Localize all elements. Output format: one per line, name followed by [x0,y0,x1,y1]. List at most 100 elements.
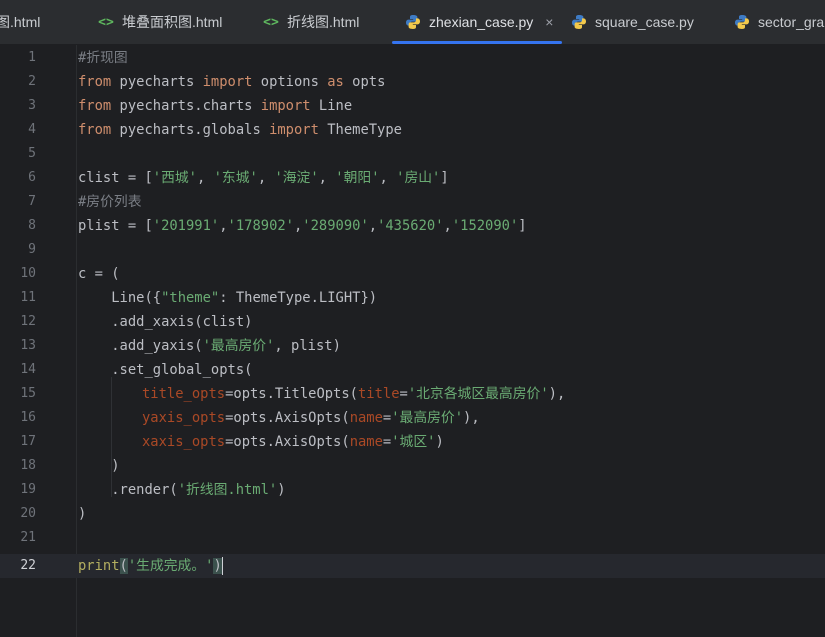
tab-bar-chart-html[interactable]: 图.html [0,0,40,44]
string-literal: '东城' [213,170,258,186]
code-text: ), [548,386,566,402]
code-text: pyecharts [111,74,203,90]
code-line-9[interactable]: 9 [0,238,825,262]
separator: , [219,218,228,234]
tab-zhexian-case-py[interactable]: zhexian_case.py × [392,0,563,44]
line-number: 5 [28,146,36,161]
code-line-2[interactable]: 2 from pyecharts import options as opts [0,70,825,94]
editor-tab-bar: 图.html <> 堆叠面积图.html <> 折线图.html zhexian… [0,0,825,45]
line-number: 10 [20,266,36,281]
code-line-13[interactable]: 13 .add_yaxis('最高房价', plist) [0,334,825,358]
code-line-8[interactable]: 8 plist = ['201991','178902','289090','4… [0,214,825,238]
line-number: 7 [28,194,36,209]
tab-label: 堆叠面积图.html [122,14,223,30]
code-line-14[interactable]: 14 .set_global_opts( [0,358,825,382]
keyword: from [78,122,112,138]
code-line-12[interactable]: 12 .add_xaxis(clist) [0,310,825,334]
separator: , [318,170,336,186]
code-line-1[interactable]: 1 #折现图 [0,46,825,70]
code-line-4[interactable]: 4 from pyecharts.globals import ThemeTyp… [0,118,825,142]
code-text: Line({ [78,290,162,306]
code-editor[interactable]: 1 #折现图 2 from pyecharts import options a… [0,45,825,637]
keyword: from [78,98,112,114]
code-text: pyecharts.globals [111,122,270,138]
keyword-argument: title [357,386,400,402]
code-line-15[interactable]: 15 title_opts=opts.TitleOpts(title='北京各城… [0,382,825,406]
code-line-22[interactable]: 22 print('生成完成。') [0,554,825,578]
line-number: 6 [28,170,36,185]
code-text: Line [310,98,353,114]
python-icon [571,14,587,30]
code-text: =opts.TitleOpts( [225,386,358,402]
string-literal: '折线图.html' [177,482,278,498]
tab-line-chart-html[interactable]: <> 折线图.html [263,0,359,44]
line-number: 13 [20,338,36,353]
string-literal: '178902' [227,218,294,234]
tab-sector-graph[interactable]: sector_grap [734,0,825,44]
line-number: 16 [20,410,36,425]
comment: #房价列表 [78,194,142,210]
code-text: ] [518,218,527,234]
string-literal: '西城' [152,170,197,186]
keyword: as [327,74,344,90]
code-text: pyecharts.charts [111,98,261,114]
line-number: 12 [20,314,36,329]
code-text: plist = [ [78,218,153,234]
code-text: =opts.AxisOpts( [225,410,350,426]
line-number: 9 [28,242,36,257]
line-number: 17 [20,434,36,449]
separator: , [257,170,275,186]
keyword-argument: name [349,434,383,450]
code-text: ] [440,170,449,186]
keyword-argument: name [349,410,383,426]
code-text: options [252,74,328,90]
line-number: 19 [20,482,36,497]
line-number: 2 [28,74,36,89]
line-number: 21 [20,530,36,545]
html-icon: <> [98,14,114,30]
comment: #折现图 [78,50,128,66]
python-icon [734,14,750,30]
code-text: .set_global_opts( [78,362,253,378]
code-line-20[interactable]: 20 ) [0,502,825,526]
keyword: import [202,74,253,90]
code-text: , plist) [274,338,341,354]
string-literal: '152090' [451,218,519,234]
code-line-17[interactable]: 17 xaxis_opts=opts.AxisOpts(name='城区') [0,430,825,454]
string-literal: '生成完成。' [127,558,214,574]
code-line-18[interactable]: 18 ) [0,454,825,478]
line-number: 1 [28,50,36,65]
string-literal: '朝阳' [335,170,380,186]
line-number: 20 [20,506,36,521]
code-text: ThemeType [318,122,402,138]
tab-label: 图.html [0,14,41,30]
code-line-19[interactable]: 19 .render('折线图.html') [0,478,825,502]
keyword-argument: title_opts [142,386,226,402]
separator: , [379,170,397,186]
close-tab-icon[interactable]: × [545,14,553,30]
code-line-16[interactable]: 16 yaxis_opts=opts.AxisOpts(name='最高房价')… [0,406,825,430]
tab-stacked-area-html[interactable]: <> 堆叠面积图.html [98,0,222,44]
code-line-3[interactable]: 3 from pyecharts.charts import Line [0,94,825,118]
html-icon: <> [263,14,279,30]
code-text: opts [343,74,386,90]
code-text: .add_xaxis(clist) [78,314,253,330]
code-line-6[interactable]: 6 clist = ['西城', '东城', '海淀', '朝阳', '房山'] [0,166,825,190]
line-number: 3 [28,98,36,113]
code-line-7[interactable]: 7 #房价列表 [0,190,825,214]
code-text: ) [78,458,120,474]
code-line-21[interactable]: 21 [0,526,825,550]
tab-label: 折线图.html [287,14,360,30]
line-number: 8 [28,218,36,233]
code-line-10[interactable]: 10 c = ( [0,262,825,286]
tab-label: sector_grap [758,14,825,30]
string-literal: '435620' [377,218,444,234]
code-line-11[interactable]: 11 Line({"theme": ThemeType.LIGHT}) [0,286,825,310]
string-literal: "theme" [161,290,220,306]
code-text: clist = [ [78,170,153,186]
tab-square-case-py[interactable]: square_case.py [571,0,694,44]
line-number: 22 [20,558,36,573]
string-literal: '201991' [152,218,220,234]
code-line-5[interactable]: 5 [0,142,825,166]
string-literal: '289090' [302,218,369,234]
